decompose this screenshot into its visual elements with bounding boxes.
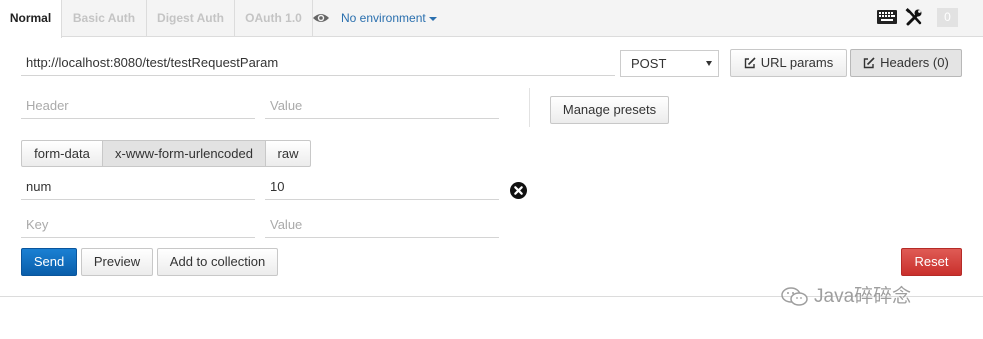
header-value-input[interactable] xyxy=(265,92,499,119)
tab-digest-auth[interactable]: Digest Auth xyxy=(147,0,235,37)
url-input[interactable] xyxy=(21,50,615,76)
count-badge[interactable]: 0 xyxy=(937,8,958,27)
url-params-label: URL params xyxy=(760,55,834,70)
tab-oauth-1[interactable]: OAuth 1.0 xyxy=(235,0,313,37)
method-select[interactable]: POST xyxy=(620,50,719,77)
add-to-collection-button[interactable]: Add to collection xyxy=(157,248,278,276)
top-bar: Normal Basic Auth Digest Auth OAuth 1.0 … xyxy=(0,0,983,38)
wechat-icon xyxy=(781,287,808,306)
new-key-input[interactable] xyxy=(21,211,255,238)
chevron-down-icon xyxy=(428,16,437,21)
tab-form-data[interactable]: form-data xyxy=(21,140,103,167)
manage-presets-button[interactable]: Manage presets xyxy=(550,96,669,124)
eye-icon[interactable] xyxy=(312,11,330,25)
param-key-input[interactable] xyxy=(21,173,255,200)
keyboard-icon[interactable] xyxy=(877,10,897,24)
remove-row-icon[interactable] xyxy=(510,182,527,199)
environment-selector[interactable]: No environment xyxy=(341,11,437,25)
header-key-input[interactable] xyxy=(21,92,255,119)
reset-button[interactable]: Reset xyxy=(901,248,962,276)
method-value: POST xyxy=(631,56,667,71)
param-value-input[interactable] xyxy=(265,173,499,200)
new-value-input[interactable] xyxy=(265,211,499,238)
tab-normal[interactable]: Normal xyxy=(0,0,62,38)
vertical-divider xyxy=(529,88,530,127)
tab-x-www-form-urlencoded[interactable]: x-www-form-urlencoded xyxy=(102,140,266,167)
watermark-text: Java碎碎念 xyxy=(814,286,912,307)
preview-button[interactable]: Preview xyxy=(81,248,153,276)
headers-label: Headers (0) xyxy=(880,55,949,70)
edit-icon xyxy=(863,56,875,68)
url-params-button[interactable]: URL params xyxy=(730,49,847,77)
wrench-screwdriver-icon[interactable] xyxy=(905,8,923,26)
edit-icon xyxy=(744,56,756,68)
send-button[interactable]: Send xyxy=(21,248,77,276)
tab-basic-auth[interactable]: Basic Auth xyxy=(62,0,147,37)
caret-down-icon xyxy=(706,61,712,66)
environment-label: No environment xyxy=(341,11,426,25)
tab-raw[interactable]: raw xyxy=(265,140,311,167)
headers-button[interactable]: Headers (0) xyxy=(850,49,962,77)
